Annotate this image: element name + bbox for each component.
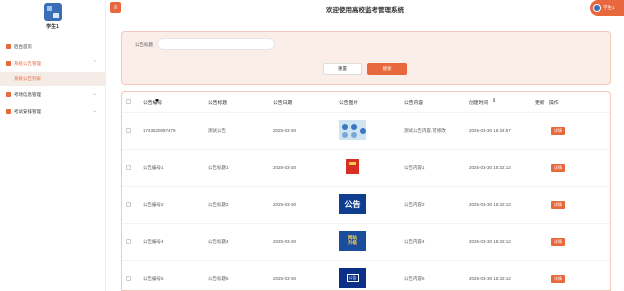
sidebar-subitem-notice-list[interactable]: 系统公告列表	[0, 72, 105, 86]
cell-content: 公告内容2	[404, 202, 425, 207]
cell-id: 公告编号4	[143, 239, 164, 244]
chevron-up-icon: ⌃	[92, 60, 97, 66]
cell-id: 公告编号2	[143, 202, 164, 207]
detail-button[interactable]: 详情	[551, 201, 565, 209]
cell-date: 2025-03-30	[273, 165, 297, 170]
table-row: 公告编号4 公告标题4 2025-03-30 公告内容4 2025-03-30 15:3…	[122, 223, 610, 260]
cell-id: 1743520087479	[143, 128, 176, 133]
column-header[interactable]: 公告内容	[404, 99, 423, 106]
reset-button[interactable]: 重置	[323, 63, 362, 75]
table-row: 公告编号2 公告标题2 2025-03-30 公告内容2 2025-03-30 15:3…	[122, 186, 610, 223]
profile: 学生1	[0, 0, 105, 38]
cell-title: 公告标题4	[208, 239, 229, 244]
sidebar-item-label: 考场信息管理	[14, 91, 41, 97]
row-checkbox[interactable]	[126, 239, 131, 244]
row-checkbox[interactable]	[126, 276, 131, 281]
schedule-icon	[6, 109, 11, 114]
sidebar-item-exam-rooms[interactable]: 考场信息管理 ⌄	[0, 86, 105, 103]
sidebar-item-home[interactable]: 后台首页	[0, 38, 105, 55]
select-all-checkbox[interactable]	[126, 99, 131, 104]
cell-content: 公告内容1	[404, 165, 425, 170]
cell-date: 2025-03-30	[273, 276, 297, 281]
sidebar-item-notices[interactable]: 系统公告管理 ⌃	[0, 55, 105, 72]
sidebar-item-label: 后台首页	[14, 43, 32, 49]
sidebar-item-label: 考试安排管理	[14, 108, 41, 114]
cell-date: 2025-03-30	[273, 239, 297, 244]
notice-icon	[6, 61, 11, 66]
column-header[interactable]: 公告日期	[273, 99, 292, 106]
home-icon	[6, 44, 11, 49]
column-header: 操作	[549, 101, 559, 106]
cell-content: 公告内容4	[404, 239, 425, 244]
row-checkbox[interactable]	[126, 128, 131, 133]
page-title: 欢迎使用高校监考管理系统	[326, 7, 404, 14]
table-row: 1743520087479 测试公告 2025-03-30 测试公告内容,可修改 202…	[122, 112, 610, 149]
column-header[interactable]: 创建时间	[469, 99, 488, 106]
notice-thumbnail[interactable]: 网站 升级	[339, 231, 366, 251]
cell-date: 2025-03-30	[273, 202, 297, 207]
search-panel: 公告标题 重置 搜索	[121, 31, 611, 85]
thumbnail-text: 公告	[344, 199, 361, 209]
notice-thumbnail[interactable]	[339, 157, 366, 177]
column-header[interactable]: 公告标题	[208, 99, 227, 106]
notice-table: 公告编号 公告标题 公告日期 公告图片 公告内容 创建时间 ⇕ 更新 操作 17…	[121, 91, 611, 291]
cell-created: 2025-03-30 15:32:12	[469, 202, 511, 207]
detail-button[interactable]: 详情	[551, 275, 565, 283]
column-header[interactable]: 更新	[535, 99, 545, 106]
cell-created: 2025-03-30 15:32:12	[469, 165, 511, 170]
avatar[interactable]	[43, 3, 62, 21]
chevron-down-icon: ⌄	[92, 108, 97, 114]
column-header[interactable]: 公告图片	[339, 99, 358, 106]
top-bar: ≡ 欢迎使用高校监考管理系统 学生1	[106, 0, 624, 16]
cell-title: 公告标题2	[208, 202, 229, 207]
cell-created: 2025-03-30 15:32:12	[469, 276, 511, 281]
table-row: 公告编号1 公告标题1 2025-03-30 公告内容1 2025-03-30 15:3…	[122, 149, 610, 186]
search-button[interactable]: 搜索	[367, 63, 407, 75]
cell-date: 2025-03-30	[273, 128, 297, 133]
detail-button[interactable]: 详情	[551, 127, 565, 135]
table-header: 公告编号 公告标题 公告日期 公告图片 公告内容 创建时间 ⇕ 更新 操作	[122, 92, 610, 112]
sidebar-item-exam-schedule[interactable]: 考试安排管理 ⌄	[0, 103, 105, 120]
cell-id: 公告编号1	[143, 165, 164, 170]
cell-title: 公告标题5	[208, 276, 229, 281]
cell-title: 测试公告	[208, 128, 226, 133]
cell-title: 公告标题1	[208, 165, 229, 170]
notice-thumbnail[interactable]: 公告	[339, 194, 366, 214]
sidebar: 学生1 后台首页 系统公告管理 ⌃ 系统公告列表 考场信息管理 ⌄ 考试安排管理…	[0, 0, 106, 291]
detail-button[interactable]: 详情	[551, 238, 565, 246]
thumbnail-text: 公告	[346, 274, 359, 282]
row-checkbox[interactable]	[126, 202, 131, 207]
notice-thumbnail[interactable]	[339, 120, 366, 140]
table-row: 公告编号5 公告标题5 2025-03-30 公告内容5 2025-03-30 15:3…	[122, 260, 610, 290]
user-menu-label: 学生1	[603, 5, 615, 10]
row-checkbox[interactable]	[126, 165, 131, 170]
search-label: 公告标题	[135, 42, 153, 47]
cell-id: 公告编号5	[143, 276, 164, 281]
cell-created: 2025-03-30 15:32:12	[469, 239, 511, 244]
user-menu[interactable]: 学生1	[590, 0, 624, 16]
username: 学生1	[46, 24, 59, 30]
cell-content: 测试公告内容,可修改	[404, 128, 446, 133]
chevron-down-icon: ⌄	[92, 91, 97, 97]
cell-created: 2025-03-30 15:34:57	[469, 128, 511, 133]
cell-content: 公告内容5	[404, 276, 425, 281]
notice-thumbnail[interactable]: 公告	[339, 268, 366, 288]
sidebar-item-label: 系统公告管理	[14, 60, 41, 66]
search-input[interactable]	[157, 38, 275, 50]
detail-button[interactable]: 详情	[551, 164, 565, 172]
sort-icon[interactable]: ⇕	[492, 99, 496, 104]
thumbnail-text: 网站 升级	[348, 235, 357, 245]
user-avatar-icon	[593, 4, 601, 12]
room-icon	[6, 92, 11, 97]
